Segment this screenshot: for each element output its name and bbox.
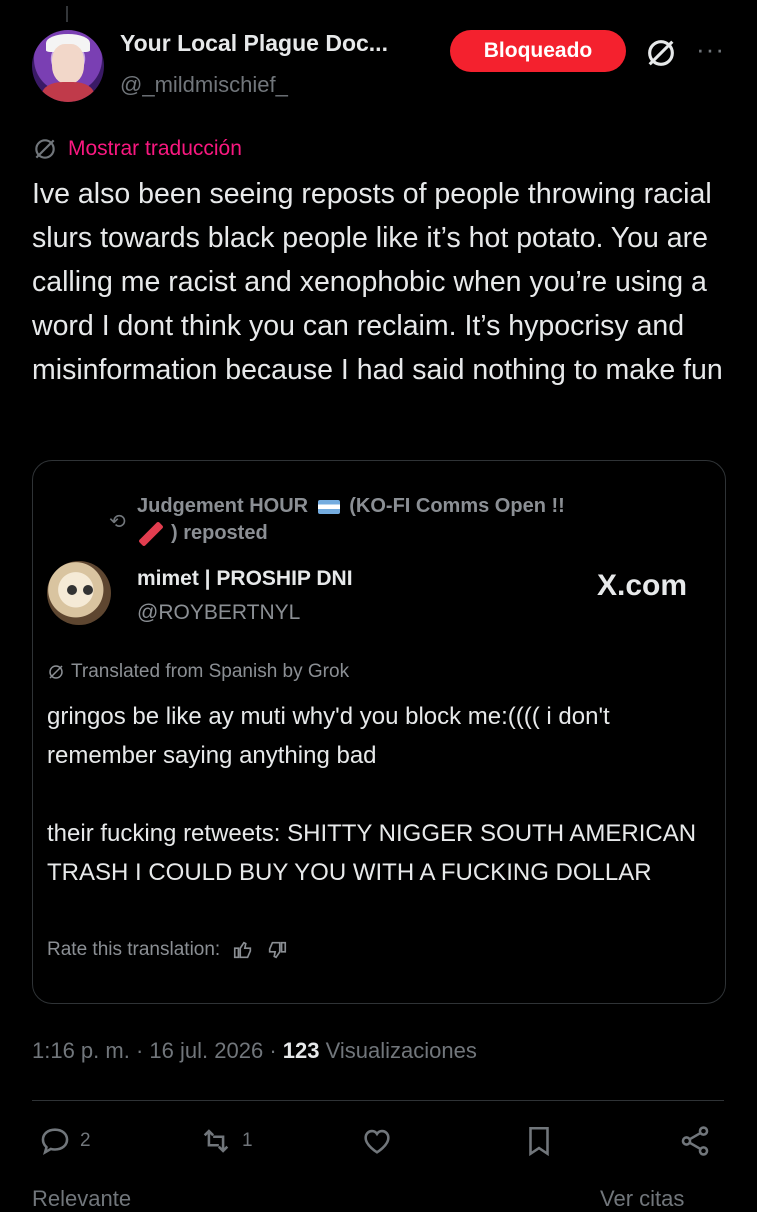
like-button[interactable] <box>360 1124 394 1158</box>
divider <box>32 1100 724 1101</box>
x-com-logo: X.com <box>597 569 688 602</box>
share-icon <box>681 1126 709 1156</box>
reply-count: 2 <box>80 1130 91 1151</box>
reply-button[interactable]: 2 <box>38 1124 91 1158</box>
author-display-name[interactable]: Your Local Plague Doc... <box>120 30 388 57</box>
view-quotes-link[interactable]: Ver citas <box>600 1186 684 1212</box>
argentina-flag-icon <box>317 499 340 514</box>
pencil-icon <box>138 520 164 547</box>
action-bar: 2 1 <box>32 1118 724 1174</box>
quoted-handle: @ROYBERTNYL <box>137 601 301 624</box>
reposted-suffix: ) reposted <box>171 522 268 544</box>
grok-icon[interactable] <box>644 36 678 70</box>
quoted-text: gringos be like ay muti why'd you block … <box>47 703 697 886</box>
heart-icon <box>364 1129 390 1154</box>
rate-translation-row: Rate this translation: <box>47 939 288 961</box>
tweet-date[interactable]: 16 jul. 2026 <box>149 1038 263 1063</box>
rate-translation-label: Rate this translation: <box>47 939 221 960</box>
quoted-avatar <box>47 561 111 625</box>
quoted-media-card[interactable]: ⟲ Judgement HOUR (KO-FI Comms Open !! ) … <box>32 460 726 1004</box>
thread-connector <box>66 6 68 22</box>
more-options-icon[interactable]: ··· <box>696 36 725 62</box>
tweet-meta: 1:16 p. m. · 16 jul. 2026 · 123 Visualiz… <box>32 1038 477 1063</box>
grok-small-icon <box>49 665 63 679</box>
grok-translate-icon <box>35 139 55 159</box>
repost-icon <box>203 1129 229 1153</box>
repost-count: 1 <box>242 1130 253 1151</box>
show-translation-label[interactable]: Mostrar traducción <box>68 137 242 161</box>
share-button[interactable] <box>678 1124 712 1158</box>
views-label: Visualizaciones <box>325 1038 477 1063</box>
avatar[interactable] <box>32 30 104 102</box>
bookmark-button[interactable] <box>522 1124 556 1158</box>
thumbs-down-icon <box>269 941 287 959</box>
views-count: 123 <box>282 1038 320 1063</box>
author-handle[interactable]: @_mildmischief_ <box>120 72 288 98</box>
reposter-rest: (KO-FI Comms Open !! <box>349 495 565 517</box>
grok-note-text: Translated from Spanish by Grok <box>71 661 350 682</box>
grok-translation-note: Translated from Spanish by Grok <box>47 661 349 683</box>
reply-icon <box>41 1128 69 1156</box>
sort-relevant[interactable]: Relevante <box>32 1186 131 1212</box>
tweet-text: Ive also been seeing reposts of people t… <box>32 178 723 386</box>
thumbs-up-icon <box>234 941 252 959</box>
tweet-time[interactable]: 1:16 p. m. <box>32 1038 130 1063</box>
show-translation-link[interactable]: Mostrar traducción <box>32 136 242 162</box>
reposter-name: Judgement HOUR <box>137 495 309 517</box>
quoted-display-name: mimet | PROSHIP DNI <box>137 567 353 590</box>
repost-small-icon: ⟲ <box>109 511 126 533</box>
bookmark-icon <box>529 1126 549 1157</box>
blocked-button[interactable]: Bloqueado <box>450 30 626 72</box>
repost-button[interactable]: 1 <box>198 1124 253 1158</box>
